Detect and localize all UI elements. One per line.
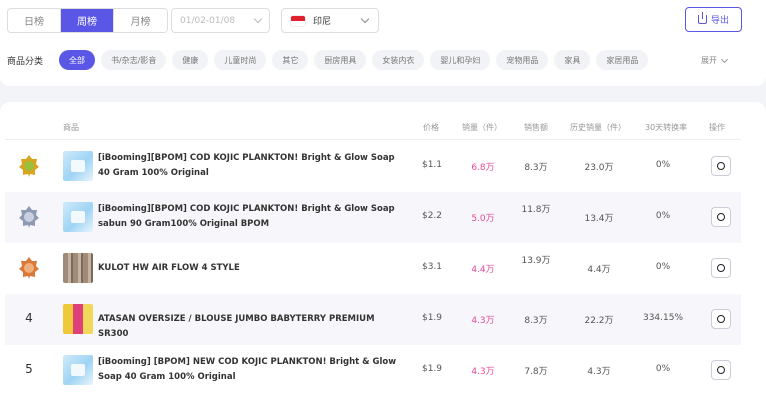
table-header: 商品 价格 销量（件） 销售额 历史销量（件） 30天转换率 操作 (5, 114, 741, 140)
sales-value: 4.3万 (471, 316, 495, 326)
product-thumbnail[interactable] (63, 304, 93, 334)
category-chip[interactable]: 家具 (554, 50, 591, 70)
chevron-down-icon (720, 55, 729, 63)
rate-value: 0% (655, 364, 671, 374)
header-rate: 30天转换率 (645, 123, 688, 132)
category-chips: 全部 书/杂志/影音 健康 儿童时尚 其它 厨房用具 女装内衣 婴儿和孕妇 宠物… (59, 50, 649, 70)
period-week-button[interactable]: 周榜 (61, 9, 114, 32)
price-value: $1.9 (421, 364, 443, 374)
product-name[interactable]: [iBooming][BPOM] COD KOJIC PLANKTON! Bri… (98, 202, 398, 232)
circle-icon (717, 162, 725, 170)
rank-number: 5 (25, 362, 33, 376)
history-value: 13.4万 (584, 214, 614, 224)
category-chip[interactable]: 厨房用具 (314, 50, 367, 70)
detail-button[interactable] (711, 207, 731, 227)
filter-panel: 日榜 周榜 月榜 01/02-01/08 印尼 导出 商品分类 全部 书/杂志/… (0, 0, 766, 86)
circle-icon (717, 366, 725, 374)
date-range-value: 01/02-01/08 (180, 15, 236, 26)
product-thumbnail[interactable] (63, 202, 93, 232)
table-row[interactable]: 5 [iBooming] [BPOM] NEW COD KOJIC PLANKT… (5, 345, 741, 394)
chevron-down-icon (253, 14, 263, 24)
circle-icon (717, 315, 725, 323)
table-row[interactable]: [iBooming][BPOM] COD KOJIC PLANKTON! Bri… (5, 192, 741, 243)
product-name[interactable]: [iBooming] [BPOM] NEW COD KOJIC PLANKTON… (98, 355, 398, 385)
category-chip[interactable]: 其它 (272, 50, 309, 70)
circle-icon (717, 213, 725, 221)
expand-label: 展开 (701, 56, 717, 65)
category-chip[interactable]: 家居用品 (596, 50, 649, 70)
history-value: 22.2万 (584, 316, 614, 326)
header-amount: 销售额 (524, 123, 548, 132)
gold-medal-icon (19, 155, 39, 177)
product-thumbnail[interactable] (63, 355, 93, 385)
header-sales: 销量（件） (462, 123, 502, 132)
history-value: 4.3万 (587, 367, 611, 377)
chevron-down-icon (360, 14, 370, 24)
header-product: 商品 (63, 123, 79, 132)
category-chip[interactable]: 宠物用品 (496, 50, 549, 70)
product-name[interactable]: ATASAN OVERSIZE / BLOUSE JUMBO BABYTERRY… (98, 312, 398, 342)
export-button[interactable]: 导出 (685, 7, 742, 32)
price-value: $3.1 (421, 262, 443, 272)
rate-value: 334.15% (642, 313, 684, 323)
history-value: 4.4万 (587, 265, 611, 275)
export-icon (697, 12, 707, 24)
category-chip-all[interactable]: 全部 (59, 50, 95, 70)
category-chip[interactable]: 健康 (172, 50, 209, 70)
expand-categories-button[interactable]: 展开 (701, 55, 729, 66)
detail-button[interactable] (711, 309, 731, 329)
rate-value: 0% (655, 160, 671, 170)
sales-value: 4.3万 (471, 367, 495, 377)
bronze-medal-icon (19, 257, 39, 279)
date-range-select[interactable]: 01/02-01/08 (171, 8, 270, 33)
category-chip[interactable]: 儿童时尚 (214, 50, 267, 70)
amount-value: 8.3万 (524, 163, 548, 173)
product-name[interactable]: [iBooming][BPOM] COD KOJIC PLANKTON! Bri… (98, 151, 398, 181)
product-name[interactable]: KULOT HW AIR FLOW 4 STYLE (98, 261, 398, 276)
price-value: $1.9 (421, 313, 443, 323)
circle-icon (717, 264, 725, 272)
product-thumbnail[interactable] (63, 151, 93, 181)
category-label: 商品分类 (7, 57, 44, 67)
amount-value: 8.3万 (524, 316, 548, 326)
sales-value: 4.4万 (471, 265, 495, 275)
detail-button[interactable] (711, 258, 731, 278)
history-value: 23.0万 (584, 163, 614, 173)
sales-value: 6.8万 (471, 163, 495, 173)
table-row[interactable]: [iBooming][BPOM] COD KOJIC PLANKTON! Bri… (5, 141, 741, 192)
detail-button[interactable] (711, 360, 731, 380)
export-label: 导出 (710, 16, 729, 26)
category-chip[interactable]: 书/杂志/影音 (101, 50, 167, 70)
period-month-button[interactable]: 月榜 (114, 9, 167, 32)
header-price: 价格 (423, 123, 439, 132)
header-action: 操作 (709, 123, 725, 132)
rate-value: 0% (655, 211, 671, 221)
ranking-table: 商品 价格 销量（件） 销售额 历史销量（件） 30天转换率 操作 [iBoom… (0, 102, 766, 394)
country-value: 印尼 (313, 17, 332, 27)
table-row[interactable]: KULOT HW AIR FLOW 4 STYLE $3.1 4.4万 13.9… (5, 243, 741, 294)
rate-value: 0% (655, 262, 671, 272)
detail-button[interactable] (711, 156, 731, 176)
country-select[interactable]: 印尼 (281, 8, 379, 33)
amount-value: 7.8万 (524, 367, 548, 377)
category-chip[interactable]: 女装内衣 (372, 50, 425, 70)
header-history: 历史销量（件） (570, 123, 626, 132)
amount-value: 13.9万 (521, 256, 551, 266)
indonesia-flag-icon (291, 15, 305, 26)
table-row[interactable]: 4 ATASAN OVERSIZE / BLOUSE JUMBO BABYTER… (5, 294, 741, 345)
period-toggle: 日榜 周榜 月榜 (7, 8, 168, 33)
category-chip[interactable]: 婴儿和孕妇 (430, 50, 491, 70)
price-value: $1.1 (421, 160, 443, 170)
sales-value: 5.0万 (471, 214, 495, 224)
amount-value: 11.8万 (521, 205, 551, 215)
product-thumbnail[interactable] (63, 253, 93, 283)
rank-number: 4 (25, 311, 33, 325)
period-day-button[interactable]: 日榜 (8, 9, 61, 32)
silver-medal-icon (19, 206, 39, 228)
price-value: $2.2 (421, 211, 443, 221)
